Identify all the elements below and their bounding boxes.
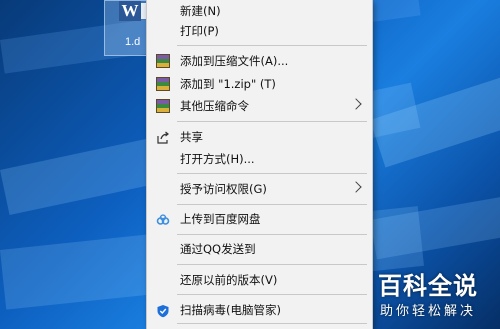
menu-item-restore-versions[interactable]: 还原以前的版本(V): [147, 269, 372, 291]
winrar-icon: [156, 77, 170, 91]
chevron-right-icon: [350, 98, 362, 110]
word-document-icon: W: [119, 1, 147, 21]
menu-item-label: 上传到百度网盘: [180, 212, 261, 226]
menu-item-print[interactable]: 打印(P): [147, 20, 372, 42]
chevron-right-icon: [350, 181, 362, 193]
menu-item-label: 打开方式(H)...: [180, 152, 255, 166]
menu-separator: [177, 45, 367, 46]
watermark: 百科全说 助你轻松解决: [368, 266, 490, 324]
menu-item-label: 扫描病毒(电脑管家): [180, 303, 281, 317]
menu-item-label: 通过QQ发送到: [180, 242, 256, 256]
winrar-icon: [156, 99, 170, 113]
menu-item-open-with[interactable]: 打开方式(H)...: [147, 148, 372, 170]
watermark-subtitle: 助你轻松解决: [380, 304, 477, 319]
menu-item-label: 打印(P): [180, 24, 219, 38]
menu-item-baidu-upload[interactable]: 上传到百度网盘: [147, 208, 372, 230]
menu-separator: [177, 323, 367, 324]
watermark-title: 百科全说: [378, 272, 478, 300]
light-ray: [370, 58, 500, 168]
light-ray: [370, 185, 500, 260]
menu-item-new[interactable]: 新建(N): [147, 0, 372, 22]
menu-item-label: 授予访问权限(G): [180, 182, 267, 196]
menu-item-share[interactable]: 共享: [147, 126, 372, 148]
file-name-label: 1.d: [125, 36, 141, 48]
menu-separator: [177, 204, 367, 205]
winrar-icon: [156, 54, 170, 68]
menu-separator: [177, 264, 367, 265]
menu-item-label: 共享: [180, 130, 203, 144]
menu-item-label: 其他压缩命令: [180, 99, 249, 113]
menu-item-add-to-zip[interactable]: 添加到 "1.zip" (T): [147, 73, 372, 95]
menu-item-label: 添加到压缩文件(A)...: [180, 54, 289, 68]
menu-item-add-to-archive[interactable]: 添加到压缩文件(A)...: [147, 50, 372, 72]
menu-item-send-via-qq[interactable]: 通过QQ发送到: [147, 238, 372, 260]
menu-item-grant-access[interactable]: 授予访问权限(G): [147, 178, 372, 200]
menu-separator: [177, 294, 367, 295]
context-menu: 新建(N) 打印(P) 添加到压缩文件(A)... 添加到 "1.zip" (T…: [146, 0, 373, 329]
share-icon: [156, 130, 170, 144]
menu-item-other-compress[interactable]: 其他压缩命令: [147, 95, 372, 117]
menu-item-label: 添加到 "1.zip" (T): [180, 77, 276, 91]
menu-item-label: 还原以前的版本(V): [180, 273, 278, 287]
menu-separator: [177, 173, 367, 174]
shield-icon: [156, 303, 170, 318]
menu-item-scan-virus[interactable]: 扫描病毒(电脑管家): [147, 299, 372, 321]
baidu-netdisk-icon: [156, 212, 170, 226]
menu-separator: [177, 234, 367, 235]
menu-item-label: 新建(N): [180, 4, 221, 18]
menu-separator: [177, 121, 367, 122]
